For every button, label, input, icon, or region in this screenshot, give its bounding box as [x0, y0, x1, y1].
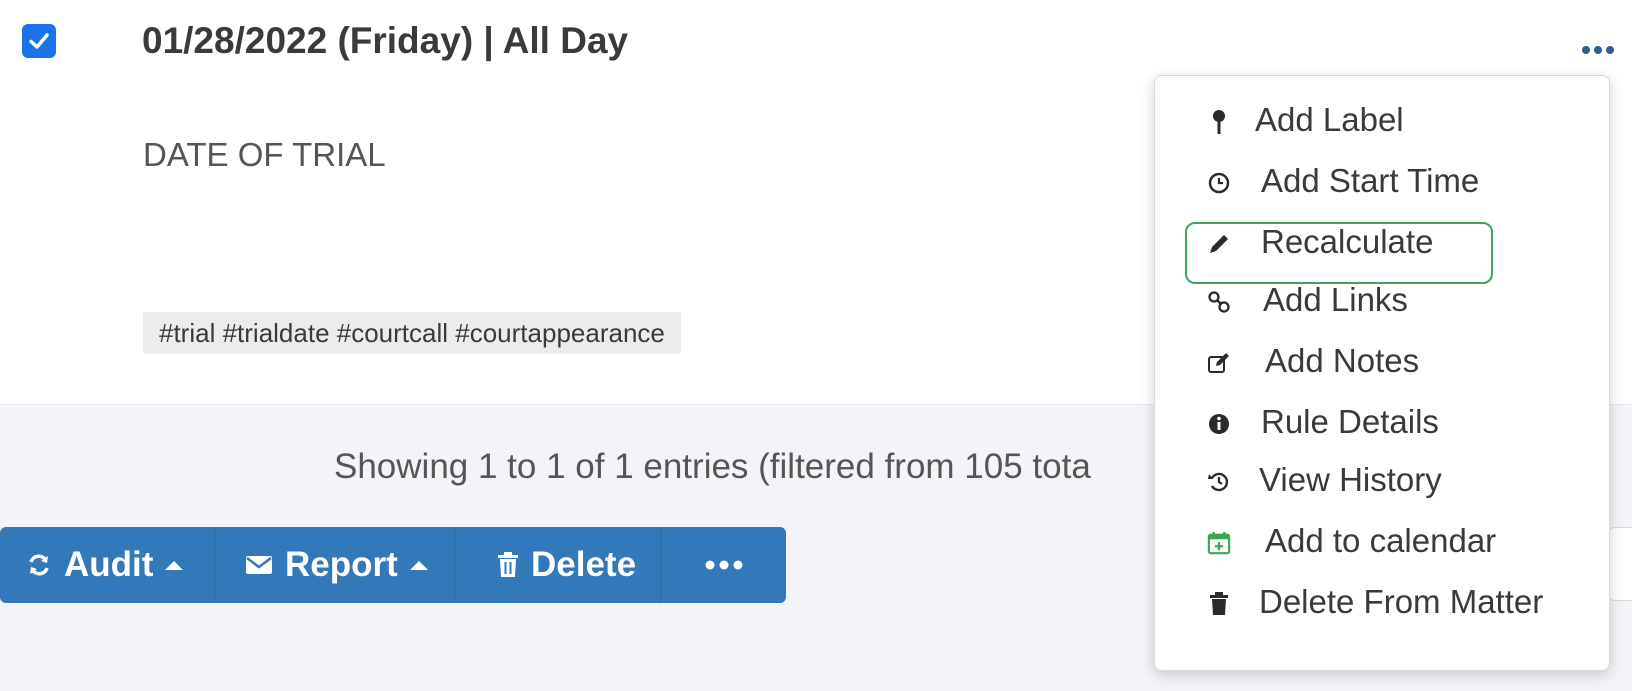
menu-item-add-links[interactable]: Add Links: [1155, 274, 1609, 330]
menu-item-label: Add Links: [1263, 281, 1408, 318]
page-size-select[interactable]: [1608, 527, 1632, 601]
edit-note-icon: [1207, 351, 1231, 375]
ellipsis-icon: [1582, 46, 1614, 54]
entry-description: DATE OF TRIAL: [143, 136, 386, 173]
delete-label: Delete: [531, 545, 637, 584]
entry-tags: #trial #trialdate #courtcall #courtappea…: [143, 312, 681, 354]
bulk-actions-toolbar: Audit Report Delete: [0, 527, 786, 603]
menu-item-label: View History: [1259, 461, 1442, 498]
caret-up-icon: [409, 560, 428, 570]
trash-icon: [497, 552, 519, 578]
menu-item-view-history[interactable]: View History: [1155, 454, 1609, 510]
delete-button[interactable]: Delete: [454, 527, 660, 603]
menu-item-delete-from-matter[interactable]: Delete From Matter: [1155, 576, 1609, 632]
menu-item-label: Add Start Time: [1261, 162, 1480, 199]
audit-button[interactable]: Audit: [0, 527, 214, 603]
history-icon: [1207, 470, 1231, 494]
menu-item-add-start-time[interactable]: Add Start Time: [1155, 155, 1609, 211]
info-icon: [1207, 412, 1231, 436]
caret-up-icon: [165, 560, 184, 570]
menu-item-add-to-calendar[interactable]: Add to calendar: [1155, 515, 1609, 571]
refresh-icon: [26, 552, 52, 578]
more-actions-button[interactable]: [660, 527, 786, 603]
trash-icon: [1207, 592, 1231, 616]
menu-item-rule-details[interactable]: Rule Details: [1155, 396, 1609, 452]
pencil-icon: [1207, 232, 1231, 256]
menu-item-label: Rule Details: [1261, 403, 1439, 440]
pin-icon: [1207, 110, 1231, 134]
audit-label: Audit: [64, 545, 154, 584]
menu-item-label: Delete From Matter: [1259, 583, 1544, 620]
menu-item-add-notes[interactable]: Add Notes: [1155, 335, 1609, 391]
entry-date: 01/28/2022 (Friday) | All Day: [142, 20, 629, 61]
report-label: Report: [285, 545, 398, 584]
menu-item-add-label[interactable]: Add Label: [1155, 94, 1609, 150]
report-button[interactable]: Report: [214, 527, 454, 603]
menu-item-label: Recalculate: [1261, 223, 1434, 260]
ellipsis-icon: [705, 560, 742, 570]
clock-icon: [1207, 171, 1231, 195]
calendar-plus-icon: [1207, 531, 1231, 555]
entry-more-button[interactable]: [1580, 36, 1616, 60]
entry-checkbox[interactable]: [22, 24, 56, 58]
menu-item-recalculate[interactable]: Recalculate: [1155, 216, 1609, 272]
menu-item-label: Add to calendar: [1265, 522, 1497, 559]
menu-item-label: Add Notes: [1265, 342, 1420, 379]
checkmark-icon: [29, 33, 49, 49]
entry-actions-menu: Add Label Add Start Time Recalculate Add…: [1154, 75, 1610, 671]
entries-summary: Showing 1 to 1 of 1 entries (filtered fr…: [334, 447, 1091, 486]
menu-item-label: Add Label: [1255, 101, 1404, 138]
link-icon: [1207, 290, 1231, 314]
envelope-icon: [245, 554, 273, 576]
